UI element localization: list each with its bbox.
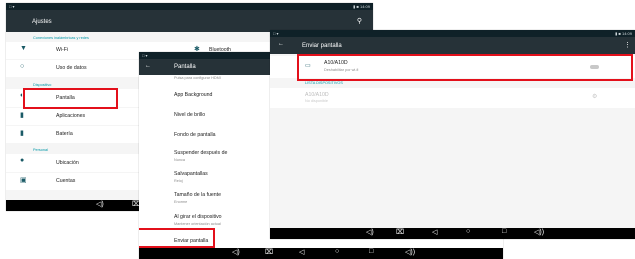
location-label: Ubicación: [56, 160, 79, 166]
page-title: Pantalla: [174, 64, 196, 70]
cast-screen: □ ▾ ▮ ■ 14:09 ← Enviar pantalla ⋮ ▭ A10/…: [270, 30, 635, 239]
recents-icon[interactable]: □: [369, 248, 373, 255]
display-item-label: Al girar el dispositivo: [174, 214, 222, 220]
accounts-label: Cuentas: [56, 178, 76, 184]
status-icons: □ ▾: [9, 4, 15, 9]
status-bar: □ ▾ ▮ ■ 14:09: [6, 3, 373, 10]
display-item-sub: Nunca: [174, 158, 185, 162]
highlight-cast-screen: [139, 228, 215, 248]
home-icon[interactable]: ○: [466, 228, 470, 235]
wifi-icon: ▼: [20, 45, 27, 52]
search-icon[interactable]: ⚲: [357, 17, 362, 25]
home-icon[interactable]: ○: [335, 248, 339, 255]
section-device-list: LISTA DISPOSITIVOS: [305, 81, 343, 85]
volume-icon[interactable]: ◁): [232, 248, 240, 256]
highlight-cast-device: [297, 54, 633, 81]
display-item-label: App Background: [174, 92, 213, 98]
recents-icon[interactable]: □: [502, 228, 506, 235]
volume-icon[interactable]: ◁): [96, 200, 104, 208]
section-wireless: Conexiones inalámbricas y redes: [33, 36, 89, 40]
volume-icon[interactable]: ◁): [366, 228, 374, 236]
cast-device-row-2[interactable]: A10/A10D No disponible ⚙: [270, 88, 635, 108]
volume-up-icon[interactable]: ◁)): [405, 248, 415, 256]
cast-toolbar: ← Enviar pantalla ⋮: [270, 37, 635, 54]
back-icon[interactable]: ←: [145, 63, 151, 69]
page-title: Enviar pantalla: [302, 43, 342, 49]
status-clock: ▮ ■ 14:09: [615, 31, 632, 36]
display-item-sub: Mantener orientación actual: [174, 222, 221, 226]
back-icon[interactable]: ◁: [432, 228, 437, 236]
more-icon[interactable]: ⋮: [624, 41, 631, 49]
status-icons: □ ▾: [142, 53, 148, 58]
status-clock: ▮ ■ 14:09: [353, 4, 370, 9]
settings-icon[interactable]: ⚙: [592, 93, 597, 100]
navigation-bar: ◁) ⌧ ◁ ○ □ ◁)): [270, 228, 635, 239]
screenshot-icon[interactable]: ⌧: [265, 248, 273, 256]
status-icons: □ ▾: [273, 31, 279, 36]
cast-device2-name: A10/A10D: [305, 92, 329, 98]
apps-label: Aplicaciones: [56, 113, 86, 119]
back-icon[interactable]: ◁: [299, 248, 304, 256]
navigation-bar: ◁) ⌧ ◁ ○ □ ◁)): [139, 248, 503, 259]
location-icon: ●: [20, 157, 25, 164]
volume-up-icon[interactable]: ◁)): [534, 228, 544, 236]
display-item-label: Nivel de brillo: [174, 112, 206, 118]
display-item-sub: Reloj: [174, 179, 183, 183]
page-title: Ajustes: [32, 19, 52, 25]
display-item-label: Salvapantallas: [174, 171, 208, 177]
battery-icon: ▮: [20, 130, 24, 137]
display-item-label: Fondo de pantalla: [174, 132, 216, 138]
settings-toolbar: Ajustes ⚲: [6, 10, 373, 32]
wifi-label: Wi-Fi: [56, 47, 69, 53]
battery-label: Batería: [56, 131, 73, 137]
display-item-label: Suspender después de: [174, 150, 228, 156]
section-device: Dispositivo: [33, 83, 52, 87]
cast-device2-sub: No disponible: [305, 99, 329, 103]
highlight-display: [23, 88, 118, 109]
hdmi-item-sub: Pulsa para configurar HDMI: [174, 76, 221, 80]
data-usage-label: Uso de datos: [56, 65, 87, 71]
data-usage-icon: ○: [20, 63, 25, 70]
back-icon[interactable]: ←: [278, 41, 284, 47]
section-personal: Personal: [33, 148, 48, 152]
status-bar: □ ▾ ▮ ■ 14:09: [270, 30, 635, 37]
accounts-icon: ▣: [20, 177, 27, 184]
display-item-label: Tamaño de la fuente: [174, 192, 222, 198]
screenshot-icon[interactable]: ⌧: [396, 228, 404, 236]
display-item-sub: Enorme: [174, 200, 188, 204]
apps-icon: ▮: [20, 112, 24, 119]
